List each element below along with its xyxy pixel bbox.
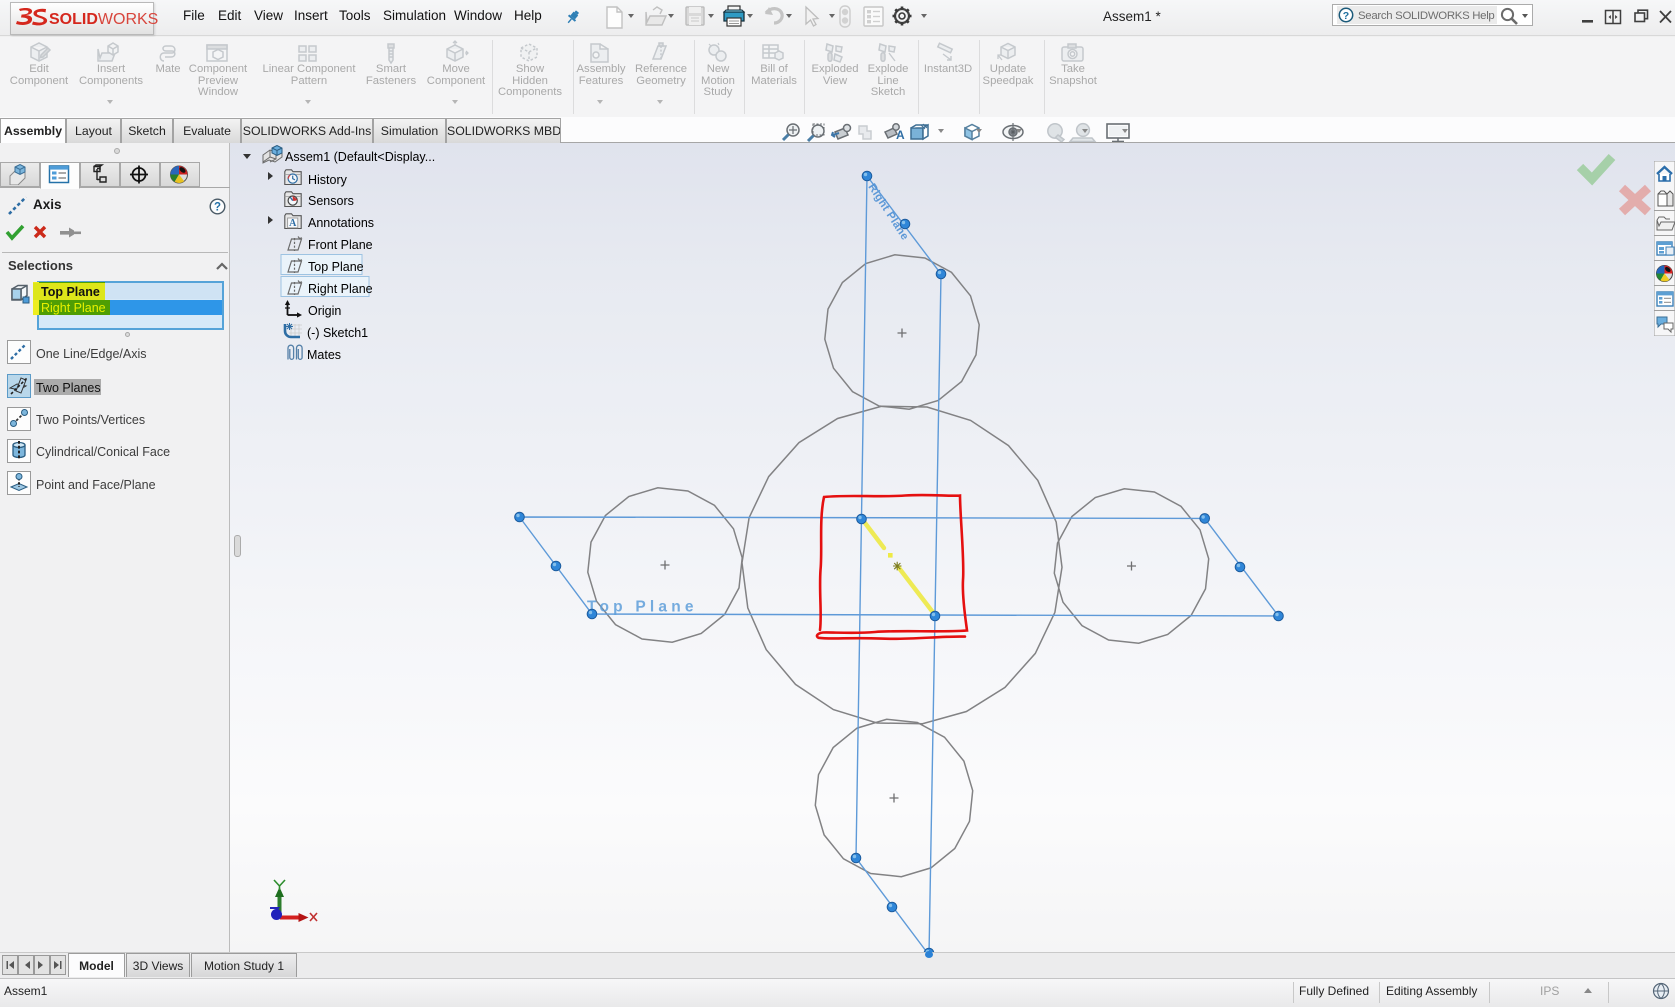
svg-text:?: ? (214, 202, 221, 214)
svg-text:Right Plane: Right Plane (865, 182, 910, 243)
svg-text:SOLIDWORKS: SOLIDWORKS (49, 11, 158, 28)
svg-text:?: ? (1343, 10, 1349, 22)
svg-text:A: A (896, 128, 905, 142)
svg-text:Top Plane: Top Plane (587, 599, 698, 616)
svg-text:A: A (289, 218, 297, 229)
